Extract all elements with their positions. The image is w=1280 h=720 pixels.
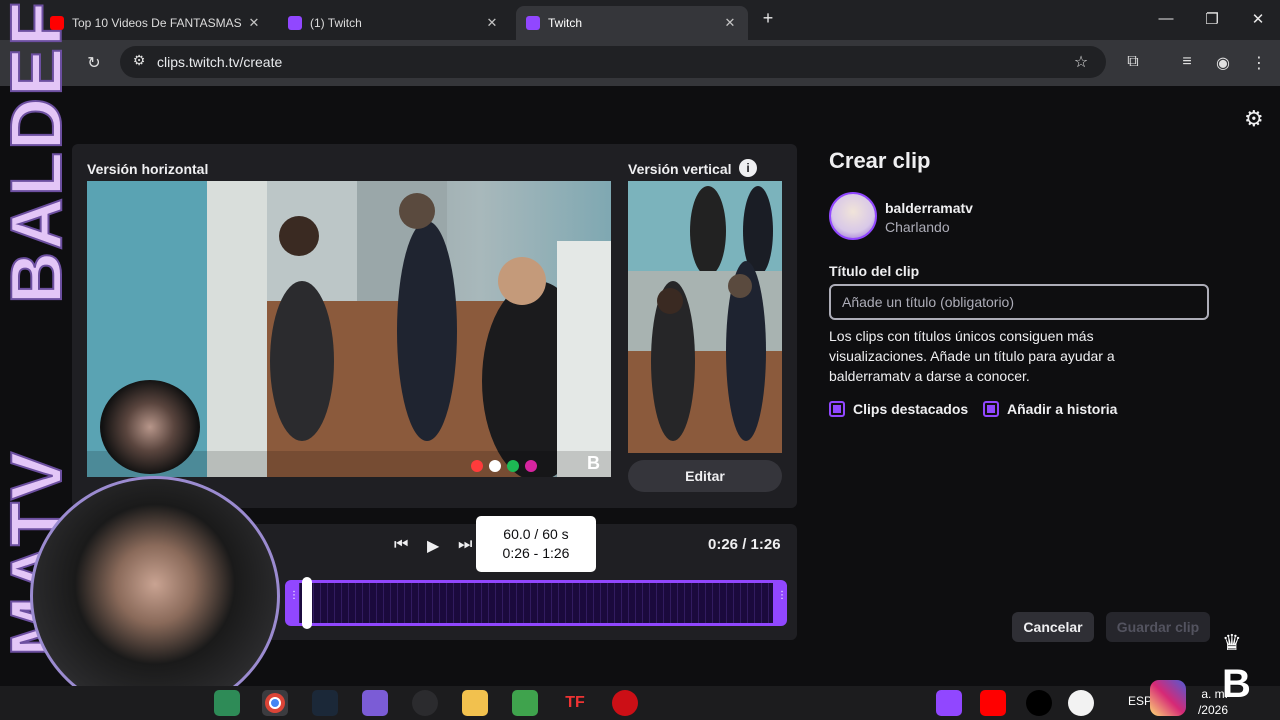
folder-icon[interactable] — [462, 690, 488, 716]
playback-time: 0:26 / 1:26 — [708, 536, 781, 553]
office-icon[interactable] — [362, 690, 388, 716]
title-hint: Los clips con títulos únicos consiguen m… — [829, 328, 1115, 384]
checkbox-label: Clips destacados — [853, 401, 969, 417]
language-indicator[interactable]: ESP — [1128, 694, 1152, 708]
vertical-preview[interactable] — [628, 181, 782, 453]
checkbox-label: Añadir a historia — [1007, 401, 1118, 417]
profile-icon[interactable]: ◉ — [1212, 53, 1234, 73]
horizontal-version-label: Versión horizontal — [87, 161, 209, 177]
close-tab-icon[interactable]: ✕ — [722, 15, 738, 31]
close-tab-icon[interactable]: ✕ — [484, 15, 500, 31]
save-clip-button[interactable]: Guardar clip — [1106, 612, 1210, 642]
webcam-overlay — [30, 476, 280, 716]
info-icon[interactable]: i — [739, 159, 757, 177]
browser-tabbar: Top 10 Videos De FANTASMAS ✕ (1) Twitch … — [0, 0, 1280, 40]
steam-icon[interactable] — [312, 690, 338, 716]
tab-twitch-1[interactable]: (1) Twitch ✕ — [278, 6, 510, 40]
tooltip-range: 0:26 - 1:26 — [502, 545, 570, 561]
restore-icon[interactable]: ❐ — [1202, 10, 1222, 28]
channel-name[interactable]: balderramatv — [885, 200, 973, 216]
app-icon[interactable] — [214, 690, 240, 716]
tab-twitch-active[interactable]: Twitch ✕ — [516, 6, 748, 40]
featured-clips-checkbox[interactable]: Clips destacados — [829, 401, 968, 417]
twitch-favicon-icon — [288, 16, 302, 30]
tab-title: Twitch — [548, 16, 583, 30]
taskbar: TF ESP a. m. /2026 — [0, 680, 1280, 720]
tooltip-duration: 60.0 / 60 s — [503, 526, 569, 542]
avatar — [829, 192, 877, 240]
app-icon[interactable] — [512, 690, 538, 716]
add-to-story-checkbox[interactable]: Añadir a historia — [983, 401, 1117, 417]
brand-logo: B — [1222, 662, 1251, 706]
skip-forward-icon[interactable]: ⏭ — [458, 536, 472, 554]
app-tf-icon[interactable]: TF — [562, 690, 588, 716]
opera-icon[interactable] — [612, 690, 638, 716]
checkbox-box[interactable] — [983, 401, 999, 417]
close-tab-icon[interactable]: ✕ — [246, 15, 262, 31]
omnibox[interactable]: ⚙ clips.twitch.tv/create ☆ — [120, 46, 1106, 78]
skip-back-icon[interactable]: ⏮ — [394, 536, 408, 554]
tab-title: Top 10 Videos De FANTASMAS — [72, 16, 242, 30]
vertical-version-label: Versión vertical — [628, 161, 732, 177]
twitch-icon[interactable] — [936, 690, 962, 716]
obs-icon[interactable] — [412, 690, 438, 716]
app-icon[interactable] — [1068, 690, 1094, 716]
vertical-frame-illustration — [628, 181, 782, 453]
twitch-favicon-icon — [526, 16, 540, 30]
tiktok-icon[interactable] — [1026, 690, 1052, 716]
clip-title-input[interactable] — [829, 284, 1209, 320]
menu-icon[interactable]: ⋮ — [1248, 53, 1270, 73]
cancel-button[interactable]: Cancelar — [1012, 612, 1094, 642]
reload-icon[interactable]: ↻ — [83, 53, 105, 73]
chrome-icon[interactable] — [262, 690, 288, 716]
trim-track[interactable]: ⋮ ⋮ — [285, 577, 787, 629]
checkbox-box[interactable] — [829, 401, 845, 417]
youtube-icon[interactable] — [980, 690, 1006, 716]
bookmark-star-icon[interactable]: ☆ — [1070, 52, 1092, 72]
close-window-icon[interactable]: ✕ — [1248, 10, 1268, 28]
play-icon[interactable]: ▶ — [427, 536, 439, 556]
waveform — [299, 583, 773, 623]
address-bar: ↻ ⚙ clips.twitch.tv/create ☆ ⧉ ≡ ◉ ⋮ — [0, 40, 1280, 86]
page-title: Crear clip — [829, 148, 931, 173]
trim-start-handle[interactable]: ⋮ — [289, 591, 299, 612]
overlay-word-top: BALDEF — [0, 0, 76, 305]
webcam-small — [100, 380, 200, 474]
crown-icon: ♛ — [1222, 630, 1242, 655]
edit-button[interactable]: Editar — [628, 460, 782, 492]
trim-tooltip: 60.0 / 60 s 0:26 - 1:26 — [476, 516, 596, 572]
playhead[interactable] — [302, 577, 312, 629]
trim-end-handle[interactable]: ⋮ — [777, 591, 787, 612]
minimize-icon[interactable]: — — [1156, 10, 1176, 27]
tab-title: (1) Twitch — [310, 16, 362, 30]
media-icon[interactable]: ≡ — [1176, 53, 1198, 71]
category-name: Charlando — [885, 219, 950, 235]
extensions-icon[interactable]: ⧉ — [1122, 53, 1144, 71]
clip-title-label: Título del clip — [829, 263, 920, 279]
brand-logo: B — [587, 453, 600, 473]
screen: Top 10 Videos De FANTASMAS ✕ (1) Twitch … — [0, 0, 1280, 720]
instagram-icon[interactable] — [1150, 680, 1186, 716]
site-settings-icon[interactable]: ⚙ — [128, 52, 150, 69]
settings-gear-icon[interactable]: ⚙ — [1244, 106, 1264, 132]
url-text[interactable]: clips.twitch.tv/create — [157, 54, 282, 70]
new-tab-button[interactable]: + — [758, 8, 778, 29]
